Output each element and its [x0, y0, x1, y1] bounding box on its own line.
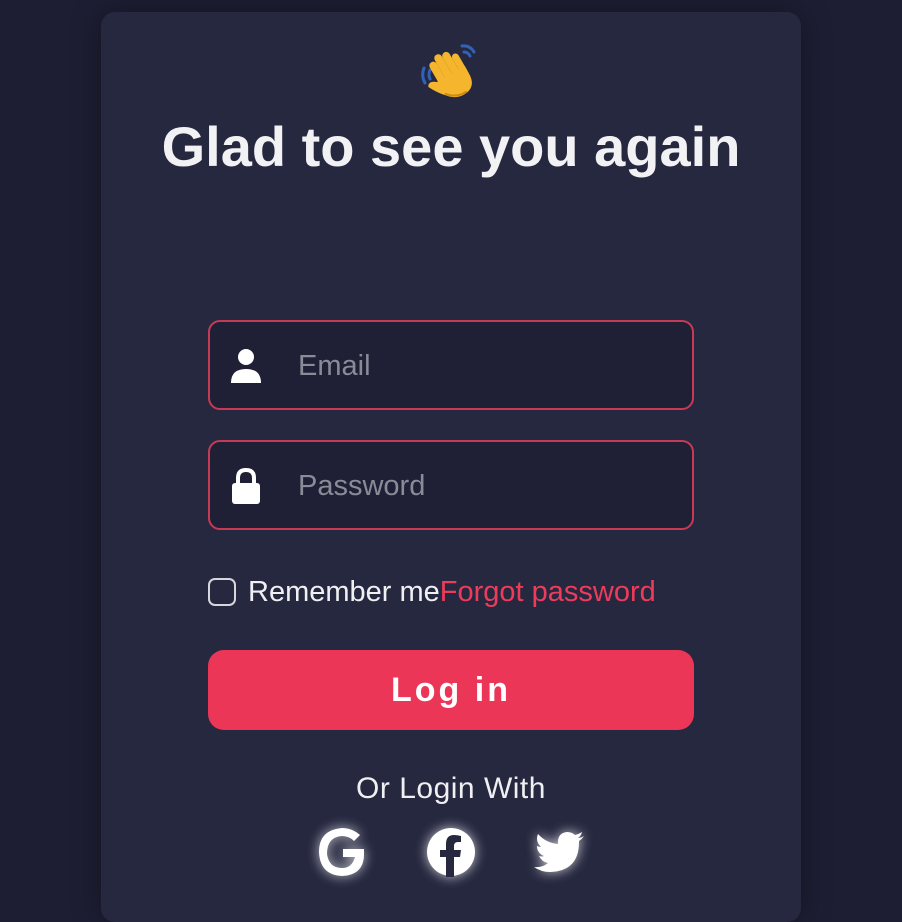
- forgot-password-link[interactable]: Forgot password: [440, 576, 656, 609]
- waving-hand-icon: [418, 40, 484, 106]
- page-title: Glad to see you again: [161, 115, 741, 178]
- twitter-icon: [534, 832, 584, 872]
- google-icon: [319, 828, 364, 876]
- remember-label[interactable]: Remember me: [248, 576, 440, 609]
- user-icon: [228, 346, 264, 386]
- password-input[interactable]: [298, 462, 678, 510]
- remember-checkbox[interactable]: [208, 578, 236, 606]
- login-button[interactable]: Log in: [208, 650, 694, 730]
- twitter-login-button[interactable]: [530, 822, 590, 882]
- alt-login-label: Or Login With: [356, 772, 546, 805]
- facebook-icon: [427, 828, 475, 877]
- facebook-login-button[interactable]: [421, 822, 481, 882]
- google-login-button[interactable]: [312, 822, 372, 882]
- email-input[interactable]: [298, 342, 678, 390]
- email-field[interactable]: [208, 320, 694, 410]
- password-field[interactable]: [208, 440, 694, 530]
- lock-icon: [228, 466, 264, 506]
- remember-row: Remember me Forgot password: [208, 572, 708, 612]
